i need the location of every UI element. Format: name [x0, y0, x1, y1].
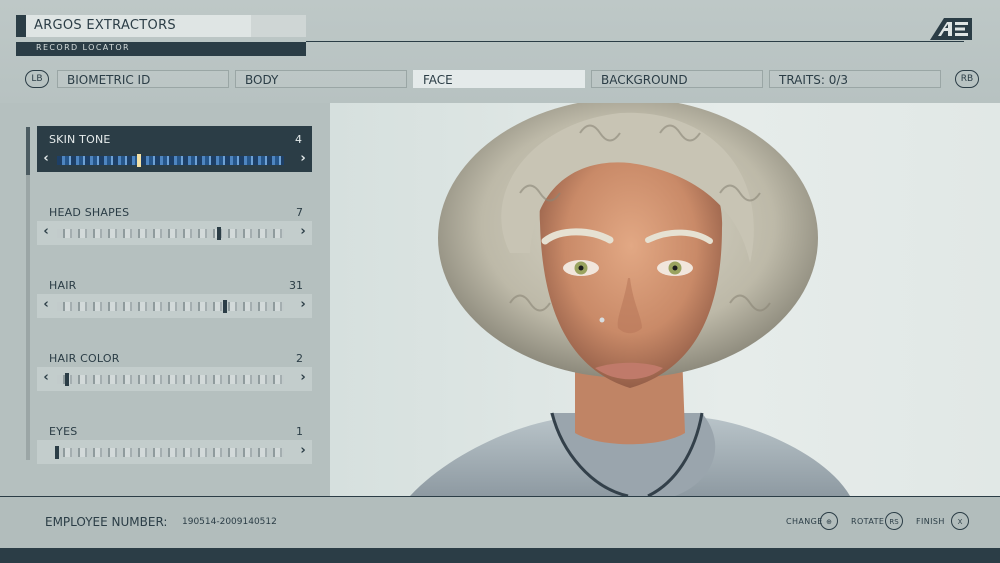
tab-background[interactable]: BACKGROUND [591, 70, 763, 88]
record-locator: RECORD LOCATOR [36, 43, 131, 52]
record-locator-bar: RECORD LOCATOR [16, 42, 306, 56]
slider-marker[interactable] [55, 446, 59, 459]
options-scrollbar-thumb[interactable] [26, 127, 30, 175]
option-value-eyes: 1 [296, 425, 303, 438]
footer-strip [0, 548, 1000, 563]
hair-slider[interactable]: ‹ › [37, 294, 312, 318]
tab-face[interactable]: FACE [413, 70, 585, 88]
employee-number: 190514-2009140512 [182, 517, 277, 527]
change-prompt-label: CHANGE [786, 517, 823, 526]
change-button-icon[interactable]: ⊕ [820, 512, 838, 530]
rb-bumper-button[interactable]: RB [955, 70, 979, 88]
chevron-right-icon[interactable]: › [296, 443, 310, 458]
chevron-right-icon[interactable]: › [296, 151, 310, 166]
slider-marker[interactable] [137, 154, 141, 167]
tab-body[interactable]: BODY [235, 70, 407, 88]
option-value: 4 [295, 133, 302, 146]
chevron-right-icon[interactable]: › [296, 370, 310, 385]
slider-marker[interactable] [217, 227, 221, 240]
chevron-left-icon[interactable]: ‹ [39, 297, 53, 312]
slider-marker[interactable] [223, 300, 227, 313]
option-label-eyes: EYES [49, 425, 78, 438]
chevron-right-icon[interactable]: › [296, 297, 310, 312]
option-label-head-shapes: HEAD SHAPES [49, 206, 130, 219]
footer-bar: EMPLOYEE NUMBER: 190514-2009140512 CHANG… [0, 496, 1000, 549]
chevron-left-icon[interactable]: ‹ [39, 224, 53, 239]
head-shapes-slider[interactable]: ‹ › [37, 221, 312, 245]
character-preview[interactable] [330, 103, 1000, 496]
option-label-hair-color: HAIR COLOR [49, 352, 120, 365]
finish-prompt-label: FINISH [916, 517, 945, 526]
chevron-left-icon[interactable]: ‹ [39, 370, 53, 385]
header-divider [306, 41, 964, 42]
option-skin-tone[interactable]: SKIN TONE 4 ‹ › [37, 126, 312, 172]
slider-marker[interactable] [65, 373, 69, 386]
employee-number-label: EMPLOYEE NUMBER: [45, 515, 168, 529]
company-name-bar: ARGOS EXTRACTORS [16, 15, 306, 37]
hair-color-slider[interactable]: ‹ › [37, 367, 312, 391]
option-label-hair: HAIR [49, 279, 77, 292]
options-scrollbar[interactable] [26, 127, 30, 460]
tab-biometric-id[interactable]: BIOMETRIC ID [57, 70, 229, 88]
character-portrait [410, 103, 850, 496]
chevron-right-icon[interactable]: › [296, 224, 310, 239]
option-value-hair: 31 [289, 279, 303, 292]
finish-button-icon[interactable]: X [951, 512, 969, 530]
header: ARGOS EXTRACTORS RECORD LOCATOR LB BIOME… [0, 0, 1000, 103]
chevron-left-icon[interactable]: ‹ [39, 151, 53, 166]
lb-bumper-button[interactable]: LB [25, 70, 49, 88]
ae-logo-icon [930, 18, 972, 40]
option-label: SKIN TONE [49, 133, 111, 146]
company-name: ARGOS EXTRACTORS [34, 18, 176, 33]
option-value-head-shapes: 7 [296, 206, 303, 219]
tab-traits[interactable]: TRAITS: 0/3 [769, 70, 941, 88]
eyes-slider[interactable]: › [37, 440, 312, 464]
skin-tone-slider[interactable]: ‹ › [37, 148, 312, 172]
option-value-hair-color: 2 [296, 352, 303, 365]
rotate-prompt-label: ROTATE [851, 517, 885, 526]
rotate-button-icon[interactable]: RS [885, 512, 903, 530]
